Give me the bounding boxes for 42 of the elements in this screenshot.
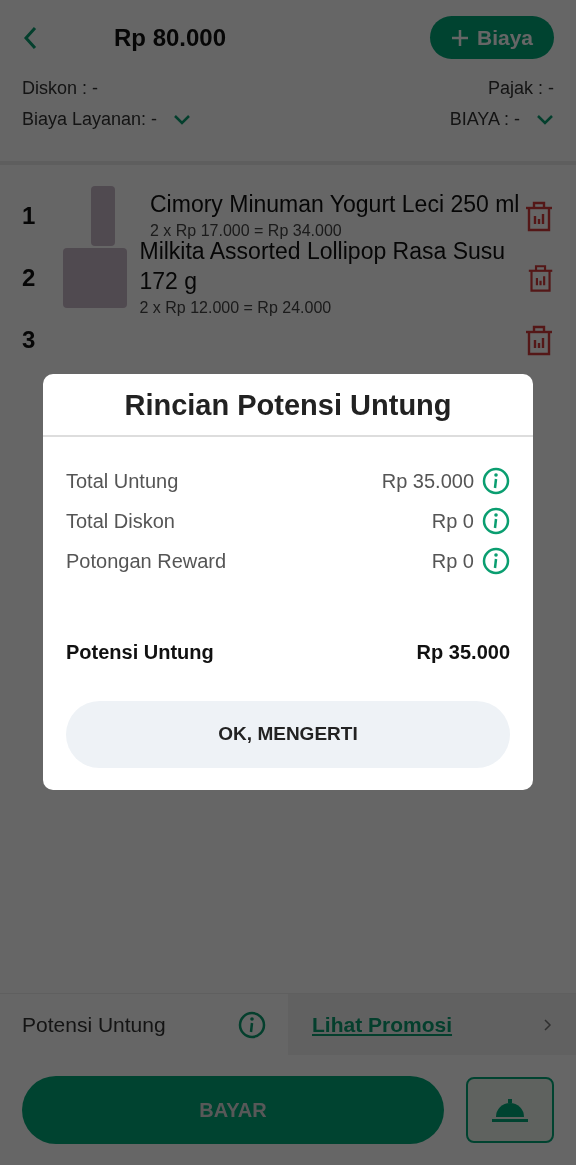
dialog-title: Rincian Potensi Untung <box>43 374 533 437</box>
chevron-down-icon[interactable] <box>173 113 192 126</box>
detail-label: Potongan Reward <box>66 548 227 574</box>
photo-placeholder <box>63 248 128 308</box>
detail-value: Rp 0 <box>431 548 474 574</box>
price-calculation: 2 x Rp 12.000 = Rp 24.000 <box>139 298 333 318</box>
back-icon[interactable] <box>22 24 38 51</box>
product-name: Milkita Assorted Lollipop Rasa Susu 172 g <box>139 238 507 296</box>
trash-icon[interactable] <box>524 324 554 356</box>
info-icon[interactable] <box>482 546 510 575</box>
detail-value: Rp 0 <box>431 508 474 534</box>
item-number: 3 <box>22 325 37 355</box>
price-calculation: 2 x Rp 17.000 = Rp 34.000 <box>150 221 343 241</box>
plus-icon <box>450 28 469 47</box>
order-total: Rp 80.000 <box>114 22 228 53</box>
promo-link[interactable]: Lihat Promosi <box>288 994 576 1055</box>
chevron-down-icon[interactable] <box>536 113 554 126</box>
detail-label: Total Untung <box>66 468 179 494</box>
serving-button[interactable] <box>466 1077 554 1143</box>
fee-label: BIAYA : - <box>449 108 520 131</box>
item-number: 2 <box>22 263 37 293</box>
item-number: 1 <box>22 201 37 231</box>
total-value: Rp 35.000 <box>416 639 510 665</box>
detail-value: Rp 35.000 <box>381 468 474 494</box>
info-icon[interactable] <box>482 506 510 535</box>
pay-button[interactable]: BAYAR <box>22 1076 444 1144</box>
trash-icon[interactable] <box>524 200 554 232</box>
discount-label: Diskon : - <box>22 77 99 100</box>
info-icon[interactable] <box>482 466 510 495</box>
info-icon[interactable] <box>238 1010 266 1039</box>
photo-placeholder <box>91 186 115 246</box>
total-label: Potensi Untung <box>66 639 214 665</box>
add-fee-button[interactable]: Biaya <box>430 16 554 59</box>
ok-button[interactable]: OK, MENGERTI <box>66 700 510 768</box>
tax-label: Pajak : - <box>487 77 554 100</box>
cloche-icon <box>490 1097 530 1123</box>
trash-icon[interactable] <box>526 262 554 294</box>
chevron-right-icon <box>544 1018 552 1031</box>
service-fee-label: Biaya Layanan: - <box>22 108 158 131</box>
detail-label: Total Diskon <box>66 508 175 534</box>
product-name: Cimory Minuman Yogurt Leci 250 ml <box>150 190 521 219</box>
profit-label: Potensi Untung <box>22 1011 166 1038</box>
